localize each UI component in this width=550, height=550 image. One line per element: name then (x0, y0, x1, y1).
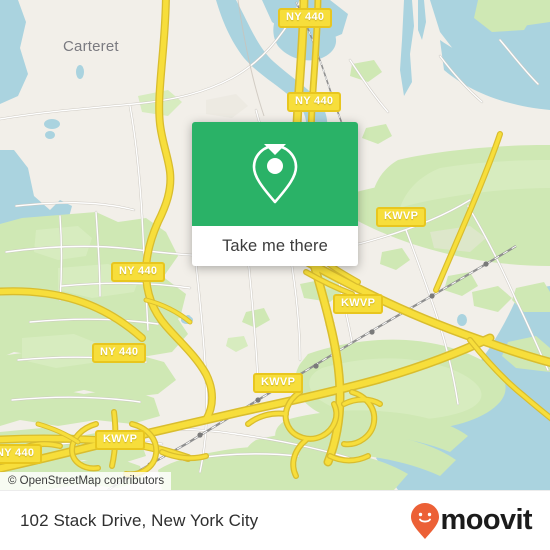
road-shield-kwvp-mid: KWVP (333, 294, 384, 314)
callout-pointer-tail (264, 144, 286, 155)
place-label-carteret: Carteret (63, 38, 119, 55)
road-shield-ny440-lower: NY 440 (92, 343, 147, 363)
road-shield-ny440-bottomleft: NY 440 (0, 444, 43, 464)
callout-action-panel[interactable]: Take me there (192, 226, 358, 266)
map-screenshot: Carteret NY 440 NY 440 KWVP NY 440 KWVP … (0, 0, 550, 550)
road-shield-ny440-top: NY 440 (278, 8, 333, 28)
road-shield-ny440-upper: NY 440 (287, 92, 342, 112)
attribution-text: © OpenStreetMap contributors (0, 472, 172, 490)
road-shield-kwvp-center: KWVP (253, 373, 304, 393)
road-shield-kwvp-right: KWVP (376, 207, 427, 227)
address-label: 102 Stack Drive, New York City (20, 510, 259, 530)
moovit-wordmark: moovit (440, 504, 533, 536)
footer-bar: 102 Stack Drive, New York City moovit (0, 490, 550, 550)
take-me-there-label: Take me there (222, 236, 328, 255)
moovit-brand: moovit (410, 502, 533, 540)
callout-icon-panel (192, 122, 358, 226)
moovit-pin-icon (410, 502, 439, 539)
road-shield-ny440-mid: NY 440 (111, 262, 166, 282)
road-shield-kwvp-bottomleft: KWVP (95, 430, 146, 450)
